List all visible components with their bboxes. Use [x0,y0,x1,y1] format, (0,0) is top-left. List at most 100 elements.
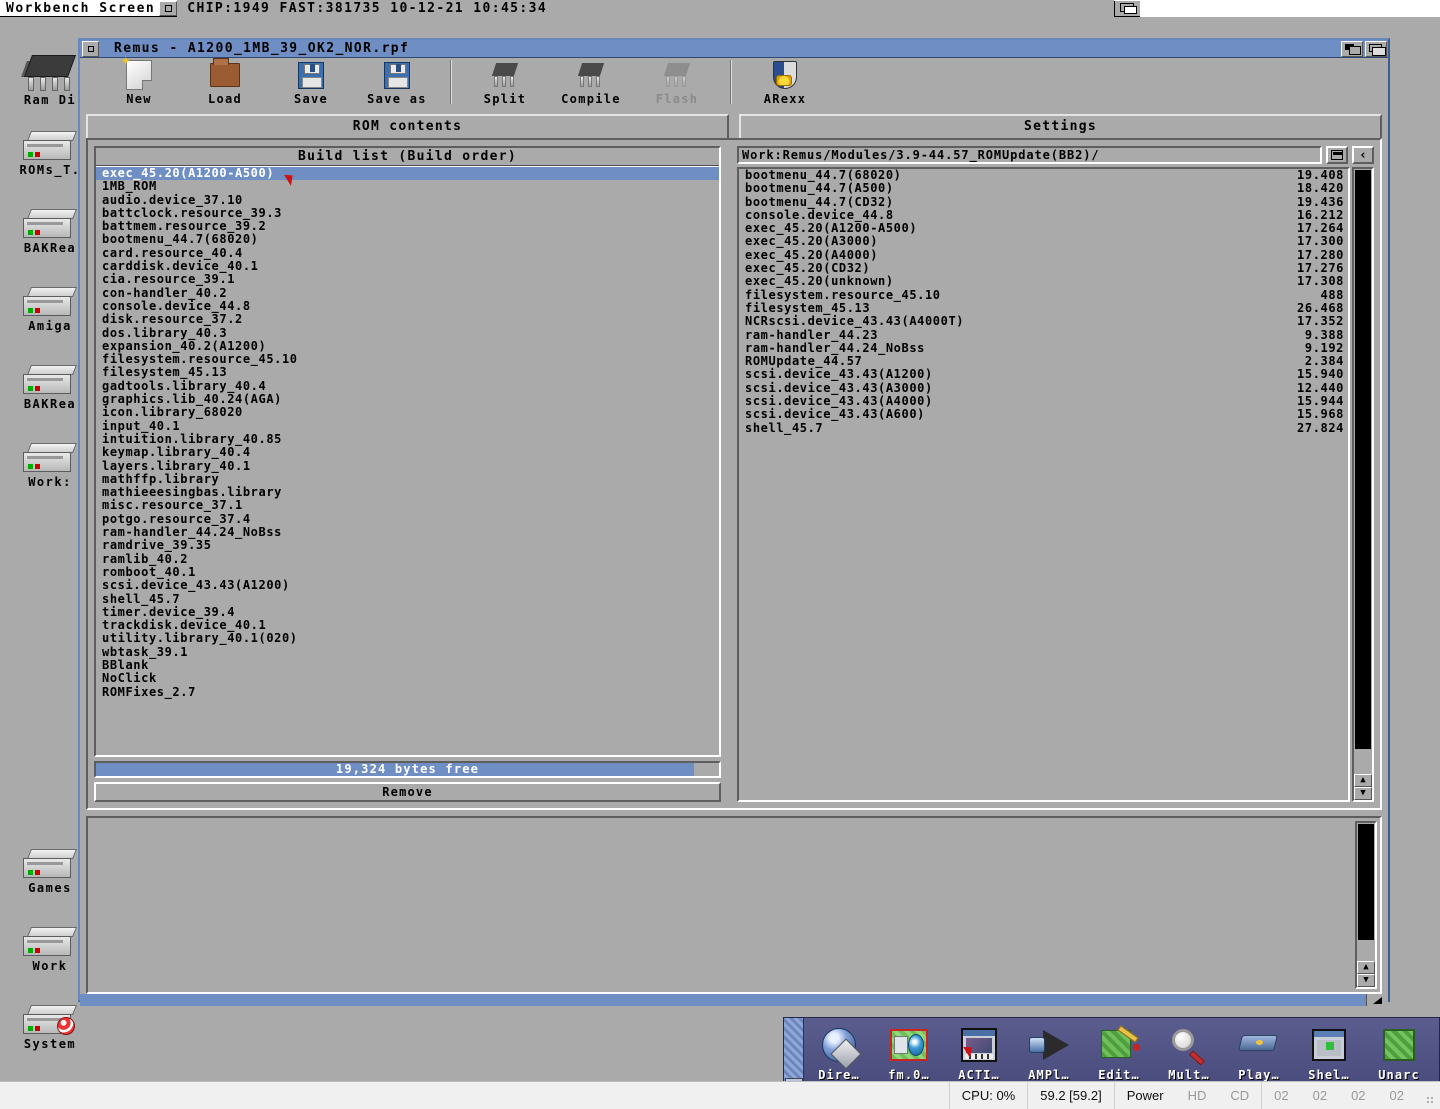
build-list-item[interactable]: intuition.library_40.85 [96,432,719,446]
build-list-item[interactable]: mathffp.library [96,472,719,486]
resize-grip[interactable] [1416,1082,1440,1109]
depth-gadget-icon[interactable] [1365,40,1387,57]
build-list-item[interactable]: wbtask_39.1 [96,645,719,659]
module-list-item[interactable]: 488 filesystem.resource_45.10 [739,288,1348,302]
build-list-item[interactable]: keymap.library_40.4 [96,445,719,459]
close-gadget-icon[interactable] [82,40,99,57]
tab-rom-contents[interactable]: ROM contents [86,114,729,138]
module-list-item[interactable]: 2.384 ROMUpdate_44.57 [739,354,1348,368]
toolbar-button-arexx[interactable]: ARexx [742,58,828,106]
build-list-item[interactable]: battmem.resource_39.2 [96,219,719,233]
parent-button[interactable]: ‹ [1352,146,1374,164]
path-input[interactable]: Work:Remus/Modules/3.9-44.57_ROMUpdate(B… [737,146,1322,164]
module-list-item[interactable]: 27.824 shell_45.7 [739,421,1348,435]
scrollbar-thumb[interactable] [1358,824,1374,940]
build-list-item[interactable]: bootmenu_44.7(68020) [96,233,719,247]
build-list-item[interactable]: layers.library_40.1 [96,459,719,473]
module-list-item[interactable]: 17.352 NCRscsi.device_43.43(A4000T) [739,314,1348,328]
scroll-up-button[interactable]: ▲ [1357,961,1375,974]
build-list-item[interactable]: filesystem.resource_45.10 [96,352,719,366]
build-list-item[interactable]: gadtools.library_40.4 [96,379,719,393]
module-list-item[interactable]: 17.308 exec_45.20(unknown) [739,275,1348,289]
module-list-item[interactable]: 15.968 scsi.device_43.43(A600) [739,408,1348,422]
scroll-down-button[interactable]: ▼ [1357,974,1375,987]
build-list-item[interactable]: ramlib_40.2 [96,552,719,566]
build-list-item[interactable]: trackdisk.device_40.1 [96,618,719,632]
scrollbar-track[interactable] [1354,169,1372,774]
module-list-item[interactable]: 17.276 exec_45.20(CD32) [739,261,1348,275]
status-drive-3[interactable]: 02 [1378,1082,1416,1109]
module-list-item[interactable]: 26.468 filesystem_45.13 [739,301,1348,315]
build-list-item[interactable]: console.device_44.8 [96,299,719,313]
build-list-item[interactable]: scsi.device_43.43(A1200) [96,578,719,592]
build-list-item[interactable]: timer.device_39.4 [96,605,719,619]
build-list-item[interactable]: cia.resource_39.1 [96,273,719,287]
toolbar-button-split[interactable]: Split [462,58,548,106]
build-list-box[interactable]: Build list (Build order) exec_45.20(A120… [94,146,722,757]
zoom-gadget-icon[interactable] [1341,40,1363,57]
build-list-item[interactable]: con-handler_40.2 [96,286,719,300]
drawer-button[interactable] [1326,146,1348,164]
build-list-item[interactable]: dos.library_40.3 [96,326,719,340]
module-list-item[interactable]: 18.420 bootmenu_44.7(A500) [739,181,1348,195]
screen-depth-gadget[interactable] [1114,0,1140,16]
build-list-item[interactable]: ramdrive_39.35 [96,539,719,553]
build-list-item[interactable]: expansion_40.2(A1200) [96,339,719,353]
scrollbar-track[interactable] [1357,823,1375,961]
build-list-item[interactable]: graphics.lib_40.24(AGA) [96,392,719,406]
build-list-item[interactable]: 1MB_ROM [96,179,719,193]
log-scrollbar[interactable]: ▲ ▼ [1355,821,1377,989]
build-list-item[interactable]: audio.device_37.10 [96,193,719,207]
module-list-item[interactable]: 17.300 exec_45.20(A3000) [739,235,1348,249]
module-list-item[interactable]: 19.408 bootmenu_44.7(68020) [739,169,1348,182]
status-cd[interactable]: CD [1218,1082,1261,1109]
module-list-item[interactable]: 17.280 exec_45.20(A4000) [739,248,1348,262]
resize-gadget[interactable] [1366,994,1388,1006]
build-list-item[interactable]: mathieeesingbas.library [96,485,719,499]
build-list-item[interactable]: shell_45.7 [96,592,719,606]
tab-settings[interactable]: Settings [739,114,1382,138]
scroll-up-button[interactable]: ▲ [1354,774,1372,787]
module-list-rows[interactable]: 19.408 bootmenu_44.7(68020) 18.420 bootmenu… [739,169,1348,800]
workbench-desktop[interactable]: Ram Di ROMs_T. BAKRea Amiga BAKRea Work:… [0,17,1440,1095]
status-hd[interactable]: HD [1176,1082,1219,1109]
build-list-item[interactable]: misc.resource_37.1 [96,499,719,513]
build-list-item[interactable]: input_40.1 [96,419,719,433]
scrollbar-thumb[interactable] [1355,170,1371,749]
module-list-item[interactable]: 12.440 scsi.device_43.43(A3000) [739,381,1348,395]
toolbar-button-new[interactable]: ✦ New [96,52,182,106]
remus-titlebar[interactable]: Remus - A1200_1MB_39_OK2_NOR.rpf [80,40,1388,58]
status-drive-0[interactable]: 02 [1261,1081,1300,1109]
build-list-item[interactable]: exec_45.20(A1200-A500) [96,166,720,181]
build-list-item[interactable]: carddisk.device_40.1 [96,259,719,273]
build-list-item[interactable]: disk.resource_37.2 [96,312,719,326]
module-list-item[interactable]: 16.212 console.device_44.8 [739,208,1348,222]
module-list-item[interactable]: 19.436 bootmenu_44.7(CD32) [739,195,1348,209]
remove-button[interactable]: Remove [94,782,722,802]
module-list-item[interactable]: 15.944 scsi.device_43.43(A4000) [739,394,1348,408]
status-drive-1[interactable]: 02 [1301,1082,1339,1109]
build-list-item[interactable]: utility.library_40.1(020) [96,632,719,646]
build-list-item[interactable]: BBlank [96,658,719,672]
toolbar-button-compile[interactable]: Compile [548,58,634,106]
remus-window[interactable]: Remus - A1200_1MB_39_OK2_NOR.rpf ✦ New L… [78,38,1390,1006]
build-list-item[interactable]: filesystem_45.13 [96,366,719,380]
build-list-item[interactable]: potgo.resource_37.4 [96,512,719,526]
toolbar-button-load[interactable]: Load [182,58,268,106]
toolbar-button-save[interactable]: Save [268,58,354,106]
build-list-item[interactable]: icon.library_68020 [96,406,719,420]
build-list-item[interactable]: card.resource_40.4 [96,246,719,260]
module-list-item[interactable]: 15.940 scsi.device_43.43(A1200) [739,368,1348,382]
module-list-box[interactable]: 19.408 bootmenu_44.7(68020) 18.420 bootmenu… [737,167,1350,802]
build-list-item[interactable]: NoClick [96,671,719,685]
status-power[interactable]: Power [1113,1081,1176,1109]
build-list-item[interactable]: ram-handler_44.24_NoBss [96,525,719,539]
scroll-down-button[interactable]: ▼ [1354,787,1372,800]
status-drive-2[interactable]: 02 [1339,1082,1377,1109]
build-list-item[interactable]: ROMFixes_2.7 [96,685,719,699]
build-list-item[interactable]: romboot_40.1 [96,565,719,579]
module-list-item[interactable]: 9.192 ram-handler_44.24_NoBss [739,341,1348,355]
toolbar-button-save-as[interactable]: Save as [354,58,440,106]
module-list-scrollbar[interactable]: ▲ ▼ [1352,167,1374,802]
screen-depth-small-gadget[interactable] [159,0,178,16]
